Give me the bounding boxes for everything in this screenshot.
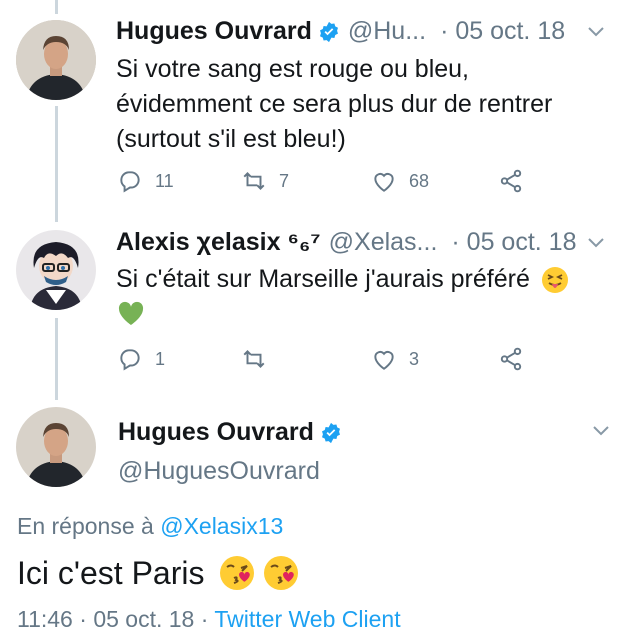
tweet-date[interactable]: · 05 oct. 18 [440, 17, 565, 46]
tweet-1-text: Si votre sang est rouge ou bleu, évidemm… [116, 52, 552, 157]
retweet-button[interactable] [241, 346, 279, 372]
chevron-down-icon[interactable] [587, 237, 605, 249]
kiss-emoji [220, 556, 255, 590]
main-tweet-text: Ici c'est Paris [17, 553, 302, 593]
reply-count: 1 [155, 348, 166, 369]
main-author-row: Hugues Ouvrard [118, 418, 342, 447]
squinting-tongue-emoji [541, 266, 568, 293]
kiss-emoji [264, 556, 299, 590]
tweet-text-line: (surtout s'il est bleu!) [116, 125, 346, 153]
author-name[interactable]: Alexis χelasix ⁶₆⁷ [116, 228, 321, 257]
tweet-date[interactable]: · 05 oct. 18 [451, 228, 576, 257]
author-name[interactable]: Hugues Ouvrard [116, 17, 312, 46]
tweet-text-line: Si votre sang est rouge ou bleu, [116, 55, 470, 83]
like-button[interactable]: 68 [371, 168, 429, 194]
retweet-button[interactable]: 7 [241, 168, 289, 194]
chevron-down-icon[interactable] [592, 425, 610, 437]
reply-button[interactable]: 1 [117, 346, 165, 372]
main-handle-row: @HuguesOuvrard [118, 457, 320, 486]
author-handle[interactable]: @Hu... [348, 17, 426, 46]
reply-prefix: En réponse à [17, 513, 154, 539]
tweet-text-line: Si c'était sur Marseille j'aurais préfér… [116, 265, 530, 293]
avatar-alexis[interactable] [16, 230, 96, 310]
chevron-down-icon[interactable] [587, 26, 605, 38]
reply-count: 11 [155, 170, 174, 191]
meta-separator: · [79, 606, 87, 632]
share-icon [500, 169, 522, 193]
reply-icon [120, 349, 140, 371]
tweet-text-line: évidemment ce sera plus dur de rentrer [116, 90, 553, 118]
verified-icon [321, 422, 340, 443]
share-icon [500, 347, 522, 371]
author-handle[interactable]: @HuguesOuvrard [118, 457, 320, 486]
tweet-2-text: Si c'était sur Marseille j'aurais préfér… [116, 262, 570, 297]
like-icon [374, 173, 394, 192]
reply-context: En réponse à @Xelasix13 [17, 513, 283, 540]
author-handle[interactable]: @Xelas... [329, 228, 438, 257]
like-icon [374, 351, 394, 370]
client-link[interactable]: Twitter Web Client [214, 606, 400, 632]
reply-button[interactable]: 11 [117, 168, 174, 194]
verified-icon [319, 21, 338, 42]
retweet-icon [243, 172, 265, 190]
retweet-count: 7 [279, 170, 290, 191]
reply-to-link[interactable]: @Xelasix13 [160, 513, 283, 539]
green-heart-emoji [118, 301, 144, 325]
tweet-full-date: 05 oct. 18 [93, 606, 195, 632]
thread-line-middle [55, 106, 58, 222]
avatar-hugues-main[interactable] [16, 407, 96, 487]
avatar-hugues[interactable] [16, 20, 96, 100]
like-button[interactable]: 3 [371, 346, 419, 372]
tweet-text: Ici c'est Paris [17, 554, 205, 591]
thread-line-bottom [55, 318, 58, 400]
like-count: 3 [409, 348, 420, 369]
tweet-2-header: Alexis χelasix ⁶₆⁷ @Xelas... · 05 oct. 1… [116, 228, 576, 257]
author-name[interactable]: Hugues Ouvrard [118, 418, 314, 447]
meta-separator: · [200, 606, 209, 632]
like-count: 68 [409, 170, 430, 191]
retweet-icon [243, 350, 265, 368]
tweet-meta: 11:46 · 05 oct. 18 · Twitter Web Client [17, 606, 401, 633]
tweet-time: 11:46 [17, 606, 73, 632]
thread-line-top [55, 0, 58, 14]
tweet-1-header: Hugues Ouvrard @Hu... · 05 oct. 18 [116, 17, 565, 46]
share-button[interactable] [498, 346, 524, 372]
reply-icon [120, 171, 140, 193]
share-button[interactable] [498, 168, 524, 194]
